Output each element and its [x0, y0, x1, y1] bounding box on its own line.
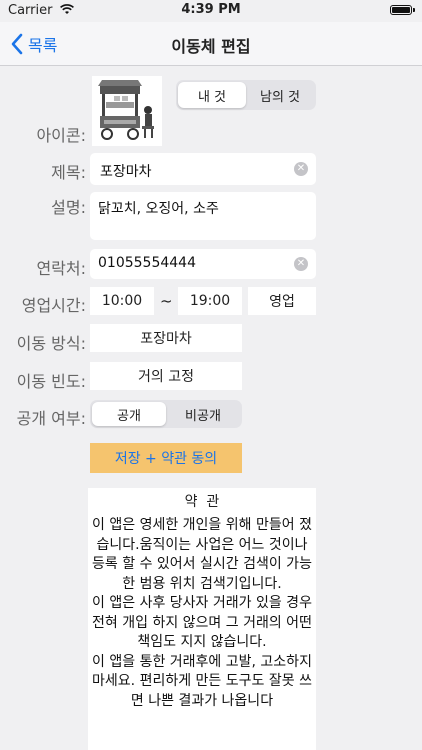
title-value: 포장마차: [100, 164, 152, 180]
title-label: 제목:: [51, 163, 86, 182]
public-option-public[interactable]: 공개: [92, 402, 166, 426]
hours-status-button[interactable]: 영업: [248, 287, 316, 315]
description-label: 설명:: [51, 198, 86, 217]
terms-panel: 약 관 이 앱은 영세한 개인을 위해 만들어 졌습니다.움직이는 사업은 어느…: [88, 488, 316, 750]
hours-label: 영업시간:: [21, 296, 86, 315]
description-value: 닭꼬치, 오징어, 소주: [98, 201, 219, 217]
contact-label: 연락처:: [36, 259, 86, 278]
page-title: 이동체 편집: [171, 37, 251, 56]
move-method-label: 이동 방식:: [16, 334, 86, 353]
clear-contact-icon[interactable]: ✕: [294, 257, 308, 271]
clear-title-icon[interactable]: ✕: [294, 162, 308, 176]
contact-value: 01055554444: [98, 255, 196, 271]
description-field[interactable]: 닭꼬치, 오징어, 소주: [90, 192, 316, 240]
open-time-picker[interactable]: 10:00: [90, 287, 154, 315]
owner-option-mine[interactable]: 내 것: [178, 82, 246, 108]
close-time-picker[interactable]: 19:00: [178, 287, 242, 315]
status-bar: Carrier 4:39 PM: [0, 0, 422, 22]
save-agree-button[interactable]: 저장 + 약관 동의: [90, 443, 242, 473]
public-label: 공개 여부:: [16, 409, 86, 428]
move-frequency-label: 이동 빈도:: [16, 372, 86, 391]
contact-field[interactable]: 01055554444 ✕: [90, 249, 316, 279]
terms-title: 약 관: [184, 494, 220, 510]
terms-body: 이 앱은 영세한 개인을 위해 만들어 졌습니다.움직이는 사업은 어느 것이나…: [88, 512, 316, 711]
food-cart-icon: [98, 80, 154, 140]
battery-icon: [390, 5, 415, 15]
public-segmented-control: 공개 비공개: [90, 400, 242, 428]
move-frequency-picker[interactable]: 거의 고정: [90, 362, 242, 390]
move-method-picker[interactable]: 포장마차: [90, 324, 242, 352]
icon-image[interactable]: [92, 76, 162, 146]
icon-label: 아이콘:: [36, 126, 86, 145]
owner-segmented-control: 내 것 남의 것: [176, 80, 316, 110]
public-option-private[interactable]: 비공개: [166, 402, 240, 426]
time-range-tilde: ~: [160, 292, 173, 310]
owner-option-others[interactable]: 남의 것: [246, 82, 314, 108]
title-field[interactable]: 포장마차 ✕: [90, 153, 316, 185]
status-time: 4:39 PM: [181, 2, 241, 17]
navigation-bar: 목록 이동체 편집: [0, 22, 422, 66]
